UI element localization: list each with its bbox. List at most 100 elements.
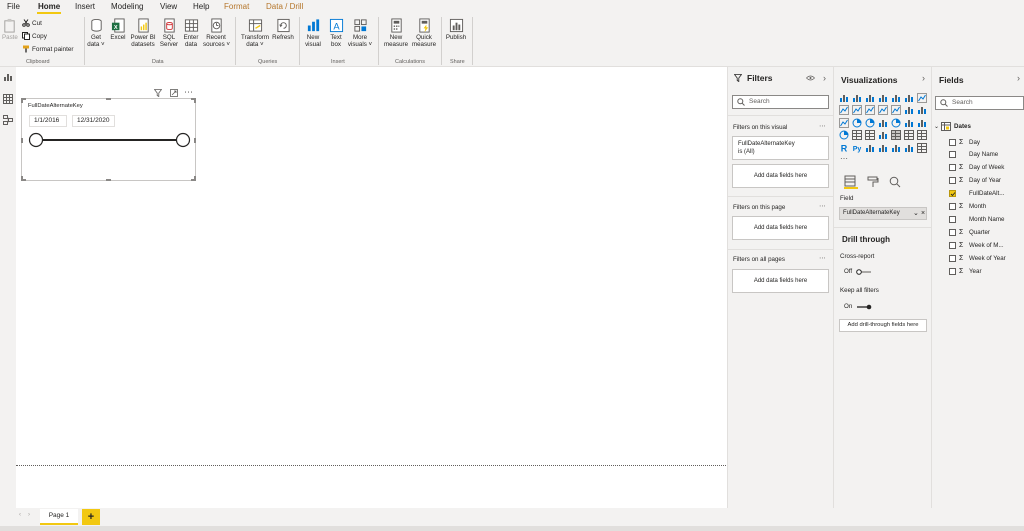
data-view-icon[interactable] xyxy=(3,94,13,104)
filled-map-icon[interactable] xyxy=(904,118,914,128)
field-item[interactable]: Σ Quarter xyxy=(949,226,990,238)
field-item[interactable]: Σ Day of Year xyxy=(949,175,1001,187)
paint-roller-icon[interactable] xyxy=(867,176,879,188)
paginated-icon[interactable] xyxy=(917,142,927,153)
add-page-filter-well[interactable]: Add data fields here xyxy=(732,216,829,240)
field-item[interactable]: Σ Month xyxy=(949,201,986,213)
smart-narrative-icon[interactable] xyxy=(904,143,914,153)
gauge-icon[interactable] xyxy=(839,130,849,140)
add-all-pages-filter-well[interactable]: Add data fields here xyxy=(732,269,829,293)
r-visual-icon[interactable]: R xyxy=(839,143,849,153)
chevron-down-icon[interactable]: ⌄ xyxy=(913,208,919,219)
clustered-bar-icon[interactable] xyxy=(865,93,875,103)
stacked-area-icon[interactable] xyxy=(852,105,862,116)
chevron-left-icon[interactable]: ‹ xyxy=(19,512,21,518)
field-item[interactable]: Σ Day of Week xyxy=(949,162,1004,174)
add-visual-filter-well[interactable]: Add data fields here xyxy=(732,164,829,188)
new-measure-button[interactable]: New measure xyxy=(382,18,410,48)
100-column-icon[interactable] xyxy=(904,93,914,103)
funnel-icon[interactable] xyxy=(917,105,927,115)
keep-all-filters-toggle[interactable] xyxy=(856,304,872,310)
power-bi-datasets-button[interactable]: Power BI datasets xyxy=(130,18,156,48)
field-item[interactable]: Σ Year xyxy=(949,265,982,277)
more-options-icon[interactable]: ⋯ xyxy=(819,202,826,210)
decomposition-tree-icon[interactable] xyxy=(878,143,888,153)
new-visual-button[interactable]: New visual xyxy=(302,18,324,48)
slicer-end-date-input[interactable]: 12/31/2020 xyxy=(72,115,115,127)
scatter-icon[interactable] xyxy=(839,117,849,128)
collapse-pane-icon[interactable]: › xyxy=(1017,73,1020,83)
slicer-end-handle[interactable] xyxy=(175,132,191,148)
copy-button[interactable]: Copy xyxy=(22,32,47,40)
donut-chart-icon[interactable] xyxy=(865,118,875,128)
resize-handle[interactable] xyxy=(194,98,196,103)
tab-view[interactable]: View xyxy=(160,2,177,11)
field-checkbox[interactable] xyxy=(949,177,956,185)
tab-insert[interactable]: Insert xyxy=(75,2,95,11)
report-view-icon[interactable] xyxy=(3,72,13,82)
clustered-column-icon[interactable] xyxy=(878,93,888,103)
more-icon[interactable]: ⋯ xyxy=(839,155,849,165)
field-item[interactable]: Σ Week of Year xyxy=(949,252,1006,264)
transform-data-button[interactable]: Transform data ˅ xyxy=(239,18,271,48)
more-options-icon[interactable]: ⋯ xyxy=(819,122,826,130)
area-chart-icon[interactable] xyxy=(839,105,849,116)
matrix-icon[interactable] xyxy=(917,130,927,141)
field-checkbox[interactable] xyxy=(949,138,956,146)
field-checkbox[interactable] xyxy=(949,228,956,236)
field-item[interactable]: Month Name xyxy=(949,213,1004,225)
text-box-button[interactable]: A Text box xyxy=(326,18,346,48)
slicer-start-date-input[interactable]: 1/1/2016 xyxy=(29,115,67,127)
line-chart-icon[interactable] xyxy=(917,93,927,103)
field-checkbox[interactable] xyxy=(949,215,956,223)
more-visuals-button[interactable]: More visuals ˅ xyxy=(347,18,373,48)
filter-icon[interactable] xyxy=(154,89,162,97)
collapse-pane-icon[interactable]: › xyxy=(823,73,826,83)
add-page-button[interactable]: + xyxy=(82,509,100,525)
qa-icon[interactable] xyxy=(891,143,901,153)
more-options-icon[interactable]: ⋯ xyxy=(184,87,193,98)
filters-search-input[interactable]: Search xyxy=(732,95,829,109)
100-bar-icon[interactable] xyxy=(891,93,901,103)
tab-data-drill[interactable]: Data / Drill xyxy=(266,2,303,11)
resize-handle[interactable] xyxy=(21,138,23,143)
refresh-button[interactable]: Refresh xyxy=(271,18,295,41)
enter-data-button[interactable]: Enter data xyxy=(181,18,201,48)
stacked-column-icon[interactable] xyxy=(852,93,862,103)
field-item[interactable]: Σ Day xyxy=(949,136,980,148)
date-slicer-visual[interactable]: FullDateAlternateKey 1/1/2016 12/31/2020 xyxy=(21,98,196,181)
slicer-icon[interactable] xyxy=(891,130,901,141)
close-icon[interactable]: × xyxy=(921,208,925,219)
pie-chart-icon[interactable] xyxy=(852,118,862,128)
python-visual-icon[interactable]: Py xyxy=(852,143,862,153)
collapse-pane-icon[interactable]: › xyxy=(922,73,925,83)
field-item[interactable]: FullDateAlt... xyxy=(949,188,1004,200)
field-checkbox[interactable] xyxy=(949,267,956,275)
table-visual-icon[interactable] xyxy=(904,130,914,141)
sql-server-button[interactable]: SQL Server xyxy=(158,18,180,48)
tab-modeling[interactable]: Modeling xyxy=(111,2,143,11)
cut-button[interactable]: Cut xyxy=(22,19,42,27)
slicer-range-track[interactable] xyxy=(26,132,193,148)
waterfall-icon[interactable] xyxy=(904,105,914,115)
slicer-start-handle[interactable] xyxy=(28,132,44,148)
field-item[interactable]: Day Name xyxy=(949,149,998,161)
line-column-icon[interactable] xyxy=(865,105,875,116)
resize-handle[interactable] xyxy=(106,98,111,100)
resize-handle[interactable] xyxy=(106,179,111,181)
excel-button[interactable]: X Excel xyxy=(108,18,128,41)
field-checkbox[interactable] xyxy=(949,190,956,198)
add-drill-through-well[interactable]: Add drill-through fields here xyxy=(839,319,927,332)
visual-filter-card[interactable]: FullDateAlternateKey is (All) xyxy=(732,136,829,160)
tab-help[interactable]: Help xyxy=(193,2,209,11)
get-data-button[interactable]: Get data ˅ xyxy=(86,18,106,48)
treemap-icon[interactable] xyxy=(878,118,888,128)
field-checkbox[interactable] xyxy=(949,254,956,262)
table-dates[interactable]: ⌄ Dates xyxy=(934,121,971,131)
multirow-card-icon[interactable] xyxy=(865,130,875,141)
analytics-magnifier-icon[interactable] xyxy=(889,176,901,188)
paste-button[interactable]: Paste xyxy=(2,18,18,41)
resize-handle[interactable] xyxy=(194,176,196,181)
model-view-icon[interactable] xyxy=(3,115,13,125)
shape-map-icon[interactable] xyxy=(917,118,927,128)
